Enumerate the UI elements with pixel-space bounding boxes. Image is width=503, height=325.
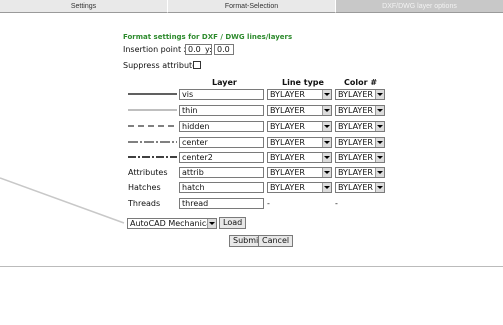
line-type-select[interactable]: BYLAYER	[267, 121, 332, 132]
layer-name-input[interactable]	[179, 89, 264, 100]
chevron-down-icon	[322, 183, 331, 192]
chevron-down-icon	[322, 106, 331, 115]
chevron-down-icon	[207, 219, 216, 228]
layer-name-input[interactable]	[179, 182, 264, 193]
line-type-select-value: BYLAYER	[270, 122, 305, 131]
preset-select[interactable]: AutoCAD Mechanical	[127, 218, 217, 229]
line-type-select-value: BYLAYER	[270, 90, 305, 99]
load-button[interactable]: Load	[219, 217, 247, 229]
line-type-empty: -	[267, 199, 270, 208]
color-select[interactable]: BYLAYER	[335, 121, 385, 132]
row-label: Threads	[128, 199, 161, 208]
line-type-select[interactable]: BYLAYER	[267, 105, 332, 116]
color-select-value: BYLAYER	[338, 153, 373, 162]
chevron-down-icon	[322, 168, 331, 177]
color-select[interactable]: BYLAYER	[335, 105, 385, 116]
chevron-down-icon	[375, 183, 384, 192]
layer-name-input[interactable]	[179, 137, 264, 148]
color-empty: -	[335, 199, 338, 208]
color-select-value: BYLAYER	[338, 138, 373, 147]
cancel-button[interactable]: Cancel	[258, 235, 294, 247]
line-type-select-value: BYLAYER	[270, 153, 305, 162]
chevron-down-icon	[375, 138, 384, 147]
line-type-select[interactable]: BYLAYER	[267, 152, 332, 163]
line-type-select[interactable]: BYLAYER	[267, 167, 332, 178]
color-select[interactable]: BYLAYER	[335, 89, 385, 100]
line-type-select-value: BYLAYER	[270, 138, 305, 147]
chevron-down-icon	[322, 138, 331, 147]
preset-select-value: AutoCAD Mechanical	[130, 219, 214, 228]
chevron-down-icon	[322, 90, 331, 99]
color-select[interactable]: BYLAYER	[335, 152, 385, 163]
color-select-value: BYLAYER	[338, 183, 373, 192]
line-type-select[interactable]: BYLAYER	[267, 182, 332, 193]
line-type-select-value: BYLAYER	[270, 183, 305, 192]
color-select-value: BYLAYER	[338, 106, 373, 115]
line-type-select[interactable]: BYLAYER	[267, 89, 332, 100]
row-label: Hatches	[128, 183, 161, 192]
color-select[interactable]: BYLAYER	[335, 137, 385, 148]
color-select[interactable]: BYLAYER	[335, 167, 385, 178]
layer-name-input[interactable]	[179, 105, 264, 116]
line-type-select-value: BYLAYER	[270, 106, 305, 115]
line-type-select[interactable]: BYLAYER	[267, 137, 332, 148]
layer-name-input[interactable]	[179, 167, 264, 178]
chevron-down-icon	[322, 122, 331, 131]
chevron-down-icon	[375, 153, 384, 162]
line-type-select-value: BYLAYER	[270, 168, 305, 177]
color-select[interactable]: BYLAYER	[335, 182, 385, 193]
color-select-value: BYLAYER	[338, 168, 373, 177]
layer-name-input[interactable]	[179, 152, 264, 163]
color-select-value: BYLAYER	[338, 90, 373, 99]
chevron-down-icon	[375, 168, 384, 177]
row-label: Attributes	[128, 168, 168, 177]
color-select-value: BYLAYER	[338, 122, 373, 131]
layer-name-input[interactable]	[179, 121, 264, 132]
chevron-down-icon	[375, 122, 384, 131]
chevron-down-icon	[375, 106, 384, 115]
layer-name-input[interactable]	[179, 198, 264, 209]
chevron-down-icon	[375, 90, 384, 99]
chevron-down-icon	[322, 153, 331, 162]
